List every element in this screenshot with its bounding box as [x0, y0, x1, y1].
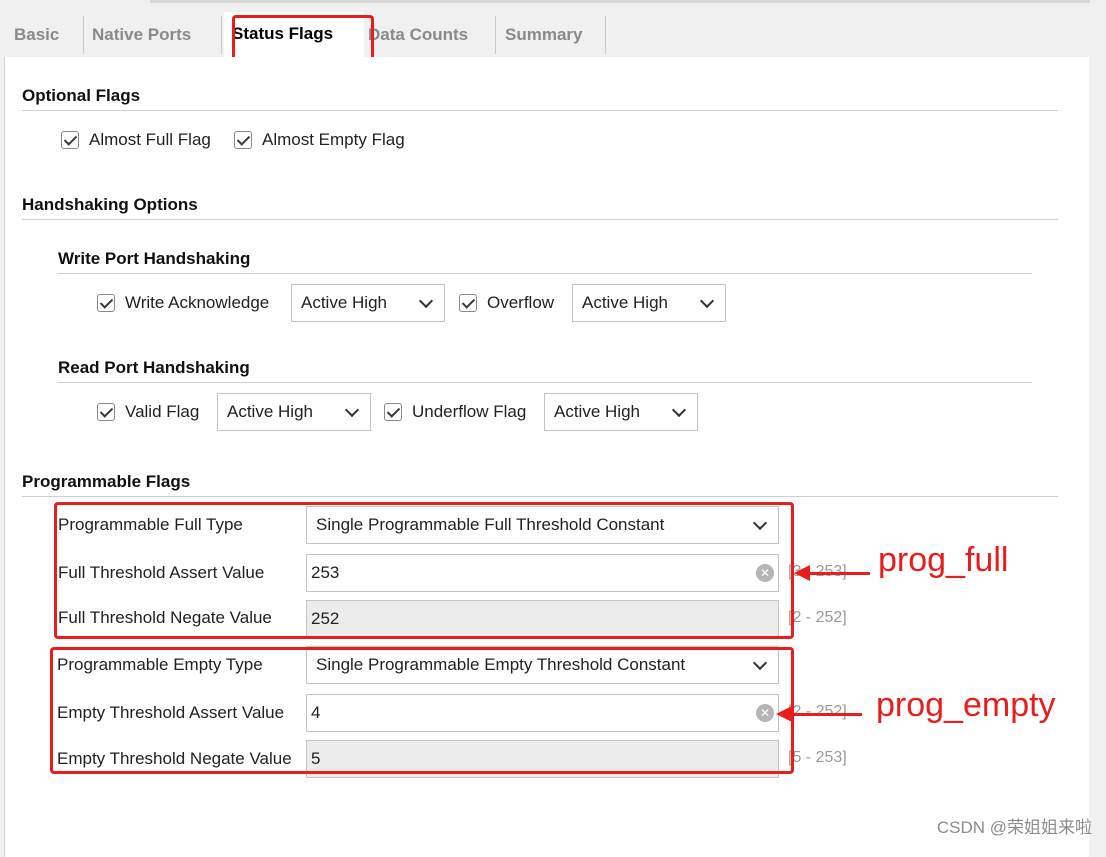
almost-empty-label: Almost Empty Flag: [262, 130, 405, 149]
tab-label: Basic: [14, 25, 60, 44]
overflow-label: Overflow: [487, 293, 555, 312]
valid-flag-checkbox[interactable]: [97, 403, 115, 421]
section-divider: [22, 219, 1058, 220]
section-divider: [22, 110, 1058, 111]
prog-empty-arrow: [776, 706, 862, 722]
handshaking-options-title: Handshaking Options: [22, 195, 198, 214]
select-value: Active High: [582, 293, 668, 312]
overflow-checkbox[interactable]: [459, 294, 477, 312]
optional-flags-title: Optional Flags: [22, 86, 141, 105]
section-divider: [58, 273, 1032, 274]
almost-full-checkbox[interactable]: [61, 131, 79, 149]
write-ack-checkbox[interactable]: [97, 294, 115, 312]
select-value: Active High: [554, 402, 640, 421]
section-divider: [58, 382, 1032, 383]
empty-negate-range: [5 - 253]: [788, 749, 847, 766]
chevron-down-icon: [671, 402, 687, 418]
prog-empty-annotation: prog_empty: [876, 686, 1056, 724]
top-divider: [150, 0, 1090, 3]
tab-label: Summary: [505, 25, 583, 44]
valid-flag-polarity-select[interactable]: Active High: [217, 393, 371, 431]
chevron-down-icon: [344, 402, 360, 418]
overflow-polarity-select[interactable]: Active High: [572, 284, 726, 322]
tab-label: Data Counts: [368, 25, 469, 44]
empty-assert-range: [2 - 252]: [788, 703, 847, 720]
almost-full-label: Almost Full Flag: [89, 130, 211, 149]
underflow-checkbox[interactable]: [384, 403, 402, 421]
tab-bar: Basic Native Ports Status Flags Data Cou…: [0, 12, 1088, 58]
underflow-label: Underflow Flag: [412, 402, 527, 421]
tab-native-ports[interactable]: Native Ports: [84, 16, 222, 54]
underflow-polarity-select[interactable]: Active High: [544, 393, 698, 431]
select-value: Active High: [227, 402, 313, 421]
almost-empty-checkbox[interactable]: [234, 131, 252, 149]
tab-basic[interactable]: Basic: [6, 16, 84, 54]
prog-full-annotation: prog_full: [878, 541, 1009, 579]
tab-label: Native Ports: [92, 25, 192, 44]
chevron-down-icon: [699, 293, 715, 309]
section-divider: [22, 496, 1058, 497]
tab-summary[interactable]: Summary: [497, 16, 606, 54]
full-negate-range: [2 - 252]: [788, 609, 847, 626]
valid-flag-label: Valid Flag: [125, 402, 200, 421]
prog-full-arrow: [794, 565, 870, 581]
prog-full-highlight: [54, 502, 794, 639]
prog-empty-highlight: [50, 647, 794, 774]
write-ack-label: Write Acknowledge: [125, 293, 270, 312]
watermark: CSDN @荣姐姐来啦: [936, 818, 1092, 837]
programmable-flags-title: Programmable Flags: [22, 472, 191, 491]
tab-data-counts[interactable]: Data Counts: [360, 16, 496, 54]
write-ack-polarity-select[interactable]: Active High: [291, 284, 445, 322]
select-value: Active High: [301, 293, 387, 312]
chevron-down-icon: [418, 293, 434, 309]
write-port-title: Write Port Handshaking: [58, 249, 251, 268]
read-port-title: Read Port Handshaking: [58, 358, 250, 377]
